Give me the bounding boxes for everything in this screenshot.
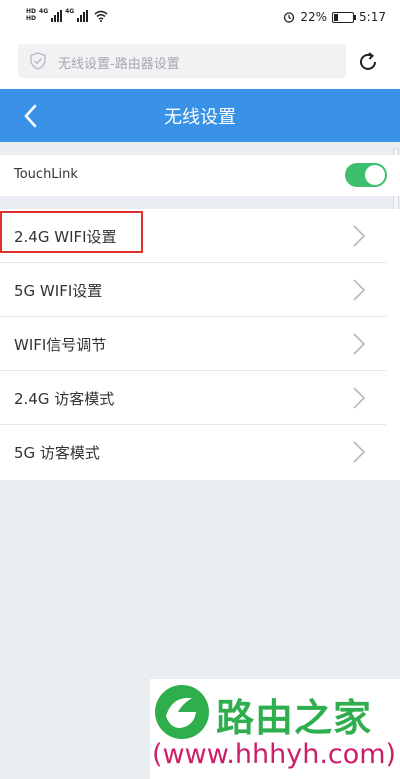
battery-percent: 22%	[300, 10, 328, 24]
refresh-icon[interactable]	[356, 50, 380, 74]
chevron-right-icon	[353, 333, 366, 355]
shield-icon	[30, 52, 46, 70]
touchlink-label: TouchLink	[14, 167, 78, 182]
touchlink-row: TouchLink	[0, 155, 400, 196]
chevron-right-icon	[353, 441, 366, 463]
list-item-label: 5G 访客模式	[14, 444, 100, 462]
address-bar: 无线设置-路由器设置	[0, 36, 400, 89]
watermark-url: (www.hhhyh.com)	[152, 739, 397, 770]
chevron-right-icon	[353, 387, 366, 409]
list-item-label: 2.4G WIFI设置	[14, 228, 117, 246]
signal-bars-icon-2	[77, 10, 89, 22]
network-type-2: 4G	[65, 8, 75, 15]
wifi-icon	[94, 10, 108, 22]
status-right: 22% 5:17	[283, 10, 386, 24]
battery-icon	[332, 11, 357, 23]
touchlink-toggle[interactable]	[345, 163, 387, 187]
url-field[interactable]: 无线设置-路由器设置	[18, 44, 346, 78]
list-item-24g-wifi[interactable]: 2.4G WIFI设置	[0, 209, 386, 263]
status-bar: HD HD 4G 4G 22% 5:17	[0, 0, 400, 36]
hd-indicator: HD HD	[26, 8, 36, 22]
chevron-right-icon	[353, 279, 366, 301]
chevron-right-icon	[353, 225, 366, 247]
list-item-label: WIFI信号调节	[14, 336, 107, 354]
list-item-label: 5G WIFI设置	[14, 282, 103, 300]
alarm-icon	[284, 12, 295, 23]
settings-list: 2.4G WIFI设置 5G WIFI设置 WIFI信号调节 2.4G 访客模式…	[0, 209, 400, 480]
signal-indicators: HD HD 4G 4G	[26, 8, 108, 22]
list-item-5g-guest[interactable]: 5G 访客模式	[0, 425, 386, 479]
battery-fill	[334, 13, 339, 21]
network-type-1: 4G	[39, 8, 49, 15]
list-item-label: 2.4G 访客模式	[14, 390, 115, 408]
page-header: 无线设置	[0, 89, 400, 142]
toggle-knob	[365, 165, 385, 185]
clock: 5:17	[359, 10, 386, 24]
url-text: 无线设置-路由器设置	[58, 57, 180, 72]
watermark-logo-icon	[155, 685, 209, 739]
list-item-wifi-signal[interactable]: WIFI信号调节	[0, 317, 386, 371]
page-title: 无线设置	[164, 107, 236, 128]
watermark-text: 路由之家	[216, 696, 373, 740]
list-item-24g-guest[interactable]: 2.4G 访客模式	[0, 371, 386, 425]
hd-label-2: HD	[26, 15, 37, 22]
list-item-5g-wifi[interactable]: 5G WIFI设置	[0, 263, 386, 317]
signal-bars-icon	[51, 10, 63, 22]
watermark: 路由之家 (www.hhhyh.com)	[150, 679, 400, 779]
hd-label-1: HD	[26, 8, 37, 15]
